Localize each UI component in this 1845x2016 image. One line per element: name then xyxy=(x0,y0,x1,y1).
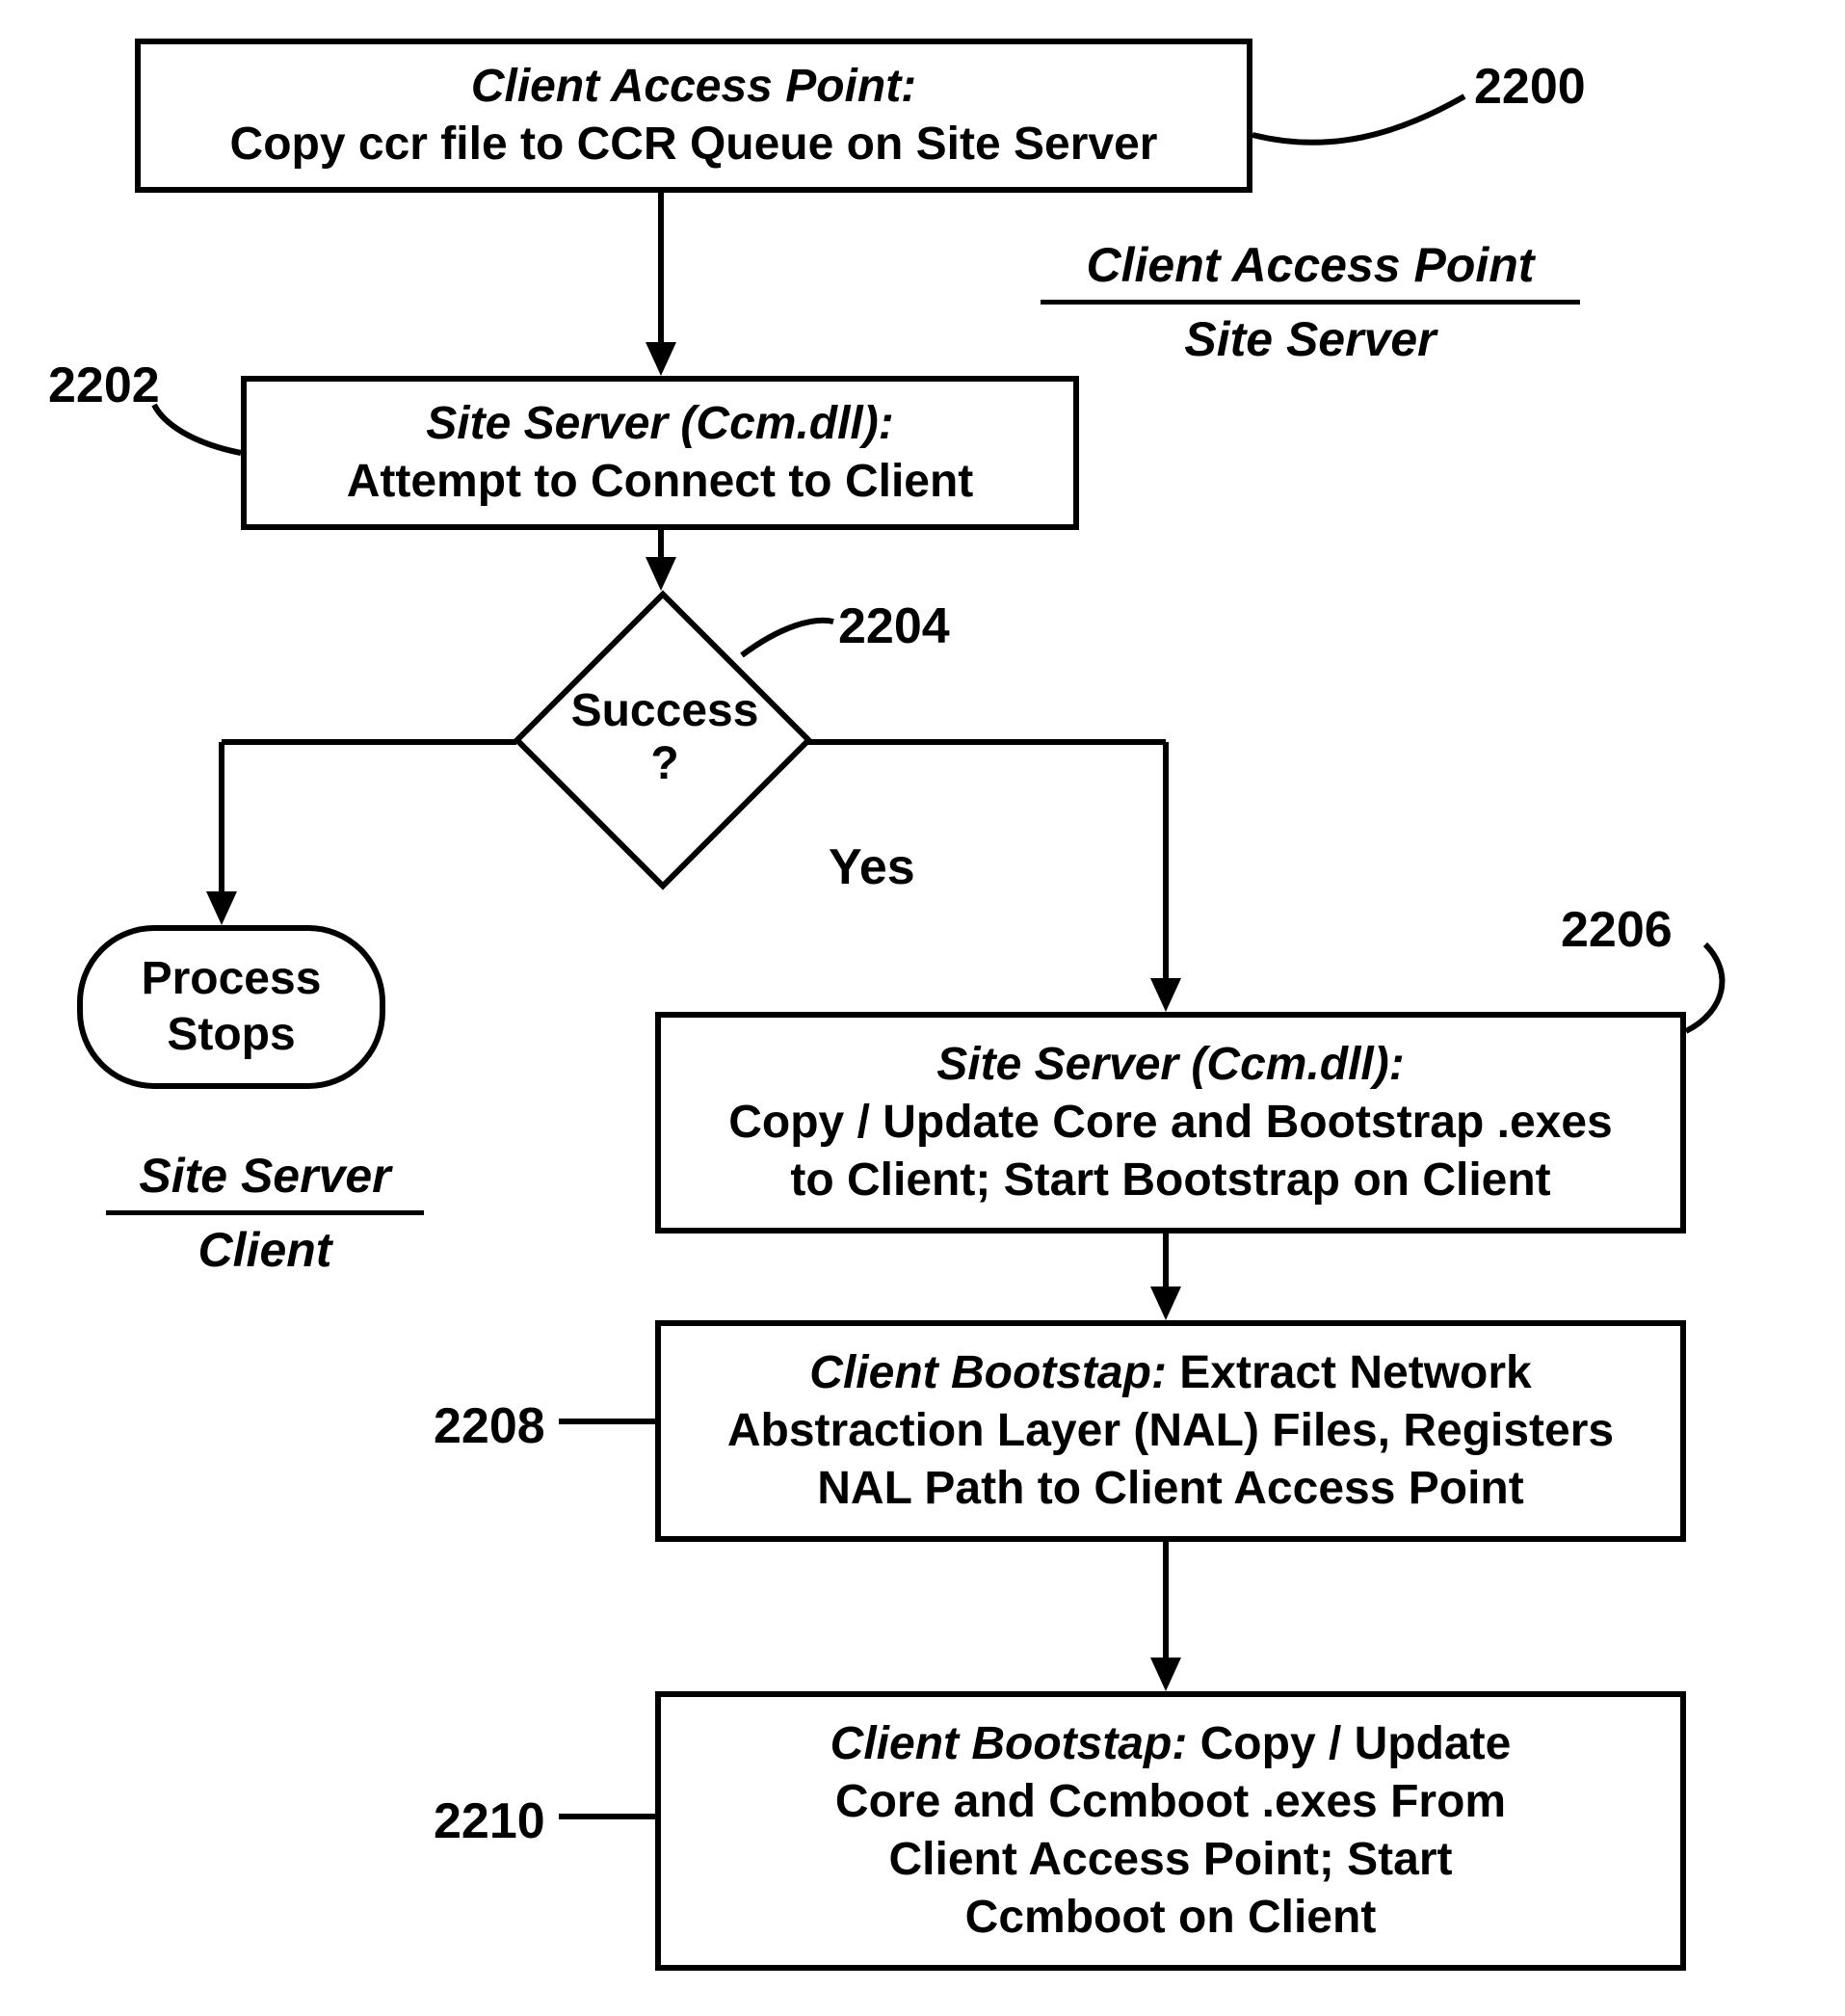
context-cap-siteserver: Client Access Point Site Server xyxy=(1041,236,1580,368)
node-2202-body: Attempt to Connect to Client xyxy=(347,453,974,511)
context-1-divider xyxy=(1041,300,1580,305)
node-2208-body1: Extract Network xyxy=(1167,1347,1532,1398)
ref-2206: 2206 xyxy=(1561,901,1673,959)
node-2206-body2: to Client; Start Bootstrap on Client xyxy=(790,1152,1550,1209)
node-2206-title: Site Server (Ccm.dll): xyxy=(936,1036,1404,1094)
ref-2200: 2200 xyxy=(1474,58,1586,116)
node-2210-body2: Core and Ccmboot .exes From xyxy=(835,1773,1506,1831)
ref-2210: 2210 xyxy=(434,1792,545,1850)
node-2210: Client Bootstap: Copy / Update Core and … xyxy=(655,1691,1686,1971)
node-2200: Client Access Point: Copy ccr file to CC… xyxy=(135,39,1252,193)
flowchart-canvas: Client Access Point: Copy ccr file to CC… xyxy=(0,0,1845,2016)
node-2210-title: Client Bootstap: xyxy=(830,1718,1188,1769)
decision-text: Success ? xyxy=(568,684,761,790)
node-2210-body1: Copy / Update xyxy=(1187,1718,1511,1769)
node-2210-body3: Client Access Point; Start xyxy=(888,1831,1452,1889)
context-2-divider xyxy=(106,1210,424,1215)
decision-yes-label: Yes xyxy=(829,838,915,896)
node-2210-body4: Ccmboot on Client xyxy=(965,1889,1377,1947)
node-2200-title: Client Access Point: xyxy=(471,58,916,116)
terminator-line1: Process xyxy=(142,951,322,1007)
node-2208: Client Bootstap: Extract Network Abstrac… xyxy=(655,1320,1686,1542)
terminator-process-stops: Process Stops xyxy=(77,925,385,1089)
context-2-bottom: Client xyxy=(106,1221,424,1279)
node-2200-body: Copy ccr file to CCR Queue on Site Serve… xyxy=(230,116,1158,173)
context-1-top: Client Access Point xyxy=(1041,236,1580,294)
ref-2208: 2208 xyxy=(434,1397,545,1455)
node-2208-body3: NAL Path to Client Access Point xyxy=(817,1460,1523,1518)
context-1-bottom: Site Server xyxy=(1041,310,1580,368)
node-2202-title: Site Server (Ccm.dll): xyxy=(426,395,893,453)
terminator-line2: Stops xyxy=(167,1007,295,1063)
node-2202: Site Server (Ccm.dll): Attempt to Connec… xyxy=(241,376,1079,530)
decision-line2: ? xyxy=(568,737,761,790)
ref-2202: 2202 xyxy=(48,357,160,414)
context-siteserver-client: Site Server Client xyxy=(106,1147,424,1279)
node-2210-line1: Client Bootstap: Copy / Update xyxy=(830,1715,1512,1773)
context-2-top: Site Server xyxy=(106,1147,424,1205)
node-2208-title: Client Bootstap: xyxy=(809,1347,1167,1398)
ref-2204: 2204 xyxy=(838,597,950,655)
node-2208-line1: Client Bootstap: Extract Network xyxy=(809,1344,1531,1402)
decision-line1: Success xyxy=(568,684,761,737)
node-2208-body2: Abstraction Layer (NAL) Files, Registers xyxy=(727,1402,1614,1460)
node-2206: Site Server (Ccm.dll): Copy / Update Cor… xyxy=(655,1012,1686,1233)
node-2206-body1: Copy / Update Core and Bootstrap .exes xyxy=(728,1094,1613,1152)
